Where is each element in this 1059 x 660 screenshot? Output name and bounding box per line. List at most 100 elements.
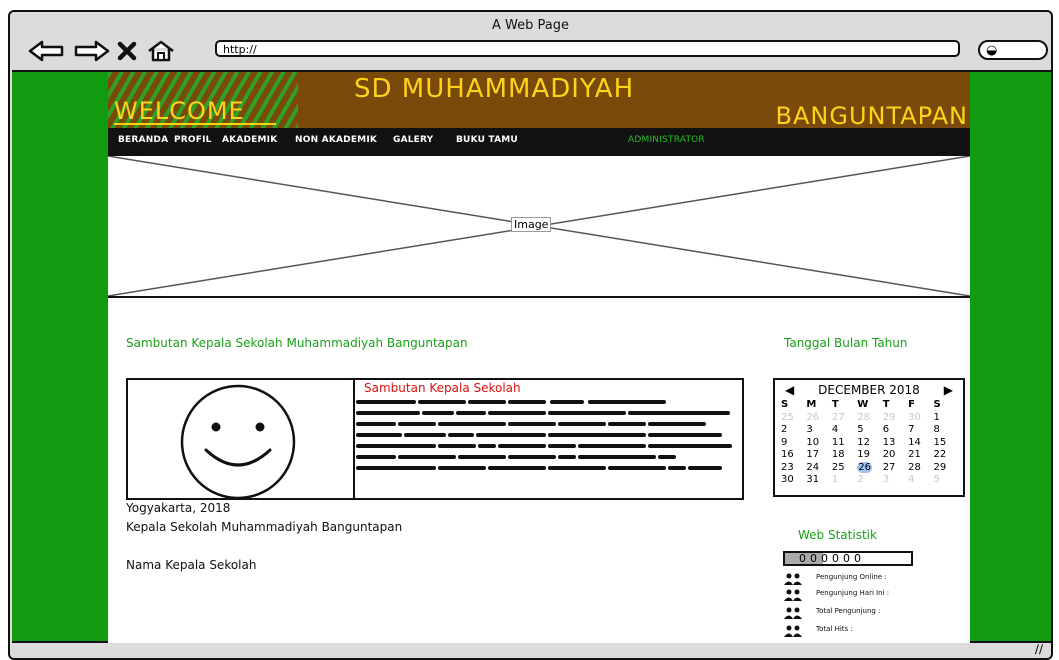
- calendar-widget: ◀ DECEMBER 2018 ▶ S M T W T F S 25 26 27 28 29 30 1 2 3…: [773, 378, 965, 497]
- stat-label-total-hits: Total Hits :: [816, 625, 853, 633]
- calendar-day[interactable]: 20: [883, 449, 908, 462]
- calendar-day-outside-month[interactable]: 28: [857, 412, 882, 425]
- calendar-day[interactable]: 29: [934, 462, 959, 475]
- calendar-weekday: F: [908, 399, 915, 410]
- calendar-day-outside-month[interactable]: 25: [781, 412, 806, 425]
- calendar-day-outside-month[interactable]: 2: [857, 474, 882, 487]
- calendar-month-label: DECEMBER 2018: [818, 383, 920, 397]
- website: WELCOME SD MUHAMMADIYAH BANGUNTAPAN BERA…: [108, 72, 970, 643]
- calendar-day[interactable]: 27: [883, 462, 908, 475]
- calendar-day[interactable]: 7: [908, 424, 933, 437]
- calendar-day[interactable]: 31: [806, 474, 831, 487]
- calendar-day-selected[interactable]: 26: [857, 461, 882, 475]
- url-input[interactable]: http://: [215, 40, 960, 57]
- stat-label-today: Pengunjung Hari Ini :: [816, 589, 890, 597]
- calendar-day[interactable]: 21: [908, 449, 933, 462]
- principal-name-text: Nama Kepala Sekolah: [126, 558, 257, 572]
- web-statistics-heading: Web Statistik: [798, 528, 877, 542]
- calendar-day[interactable]: 13: [883, 437, 908, 450]
- calendar-weekday: T: [882, 399, 890, 410]
- calendar-day[interactable]: 10: [806, 437, 831, 450]
- home-icon[interactable]: [146, 40, 176, 67]
- resize-grip-icon[interactable]: ∕∕: [1035, 642, 1043, 656]
- users-icon: [784, 607, 802, 619]
- calendar-weekday: S: [933, 399, 941, 410]
- principal-photo: [128, 380, 355, 500]
- placeholder-text-scribble: [356, 400, 732, 470]
- browser-page-title: A Web Page: [492, 18, 569, 33]
- menu-item-galery[interactable]: GALERY: [393, 135, 433, 145]
- menu-item-profil[interactable]: PROFIL: [174, 135, 212, 145]
- forward-arrow-icon[interactable]: [72, 40, 110, 67]
- menu-item-non-akademik[interactable]: NON AKADEMIK: [295, 135, 377, 145]
- calendar-day[interactable]: 5: [857, 424, 882, 437]
- calendar-day-outside-month[interactable]: 1: [832, 474, 857, 487]
- menu-item-buku-tamu[interactable]: BUKU TAMU: [456, 135, 518, 145]
- stat-label-online: Pengunjung Online :: [816, 573, 887, 581]
- browser-search-input[interactable]: ◒: [978, 40, 1048, 60]
- browser-window: A Web Page http:// ◒ WELCOME SD MUHAMMAD…: [8, 10, 1053, 660]
- calendar-day[interactable]: 2: [781, 424, 806, 437]
- menu-item-akademik[interactable]: AKADEMIK: [222, 135, 277, 145]
- calendar-day[interactable]: 4: [832, 424, 857, 437]
- calendar-week-row: 2345678: [781, 424, 959, 437]
- users-icon: [784, 589, 802, 601]
- calendar-day-outside-month[interactable]: 3: [883, 474, 908, 487]
- school-name-line1: SD MUHAMMADIYAH: [354, 74, 635, 104]
- welcome-text: WELCOME: [114, 97, 245, 125]
- calendar-day[interactable]: 18: [832, 449, 857, 462]
- search-icon: ◒: [986, 43, 998, 58]
- calendar-weekday: T: [831, 399, 839, 410]
- calendar-day[interactable]: 3: [806, 424, 831, 437]
- calendar-day-outside-month[interactable]: 26: [806, 412, 831, 425]
- welcome-section-heading: Sambutan Kepala Sekolah Muhammadiyah Ban…: [126, 336, 468, 350]
- visitor-counter: 000000: [783, 551, 913, 566]
- calendar-day[interactable]: 24: [806, 462, 831, 475]
- calendar-day[interactable]: 16: [781, 449, 806, 462]
- calendar-day[interactable]: 11: [832, 437, 857, 450]
- calendar-day[interactable]: 22: [934, 449, 959, 462]
- back-arrow-icon[interactable]: [28, 40, 66, 67]
- calendar-day-outside-month[interactable]: 29: [883, 412, 908, 425]
- calendar-day[interactable]: 9: [781, 437, 806, 450]
- calendar-day-outside-month[interactable]: 5: [934, 474, 959, 487]
- calendar-day[interactable]: 30: [781, 474, 806, 487]
- smiley-avatar-icon: [180, 384, 296, 500]
- calendar-day-outside-month[interactable]: 4: [908, 474, 933, 487]
- calendar-weekday: M: [806, 399, 817, 410]
- users-icon: [784, 625, 802, 637]
- calendar-weekday: S: [781, 399, 789, 410]
- menu-item-beranda[interactable]: BERANDA: [118, 135, 168, 145]
- calendar-day[interactable]: 17: [806, 449, 831, 462]
- stat-label-total-visitors: Total Pengunjung :: [816, 607, 881, 615]
- calendar-week-row: 16 17 18 19 20 21 22: [781, 449, 959, 462]
- calendar-week-row: 23 24 25 26 27 28 29: [781, 461, 959, 475]
- hero-image-placeholder: Image: [108, 154, 970, 298]
- calendar-day[interactable]: 19: [857, 449, 882, 462]
- users-icon: [784, 573, 802, 585]
- visitor-counter-value: 000000: [799, 552, 865, 565]
- header-banner: WELCOME SD MUHAMMADIYAH BANGUNTAPAN: [108, 72, 970, 128]
- place-date-text: Yogyakarta, 2018: [126, 501, 231, 515]
- welcome-underline: [114, 123, 276, 125]
- calendar-next-icon[interactable]: ▶: [944, 383, 953, 397]
- menu-item-administrator[interactable]: ADMINISTRATOR: [628, 135, 705, 145]
- calendar-day[interactable]: 14: [908, 437, 933, 450]
- calendar-day[interactable]: 25: [832, 462, 857, 475]
- calendar-day[interactable]: 23: [781, 462, 806, 475]
- calendar-week-row: 9 10 11 12 13 14 15: [781, 437, 959, 450]
- calendar-day-outside-month[interactable]: 27: [832, 412, 857, 425]
- calendar-grid: S M T W T F S 25 26 27 28 29 30 1 2 3 4 5 6 7 8 9 10 11 12 13 14 15…: [781, 399, 959, 487]
- principal-role-text: Kepala Sekolah Muhammadiyah Banguntapan: [126, 520, 403, 534]
- calendar-day[interactable]: 28: [908, 462, 933, 475]
- calendar-day[interactable]: 1: [934, 412, 959, 425]
- date-heading: Tanggal Bulan Tahun: [784, 336, 908, 350]
- principal-greeting-card: Sambutan Kepala Sekolah: [126, 378, 744, 500]
- calendar-day[interactable]: 15: [934, 437, 959, 450]
- calendar-day[interactable]: 6: [883, 424, 908, 437]
- calendar-day[interactable]: 8: [934, 424, 959, 437]
- close-icon[interactable]: [116, 40, 138, 67]
- calendar-day[interactable]: 12: [857, 437, 882, 450]
- main-menu: BERANDA PROFIL AKADEMIK NON AKADEMIK GAL…: [108, 128, 970, 154]
- calendar-day-outside-month[interactable]: 30: [908, 412, 933, 425]
